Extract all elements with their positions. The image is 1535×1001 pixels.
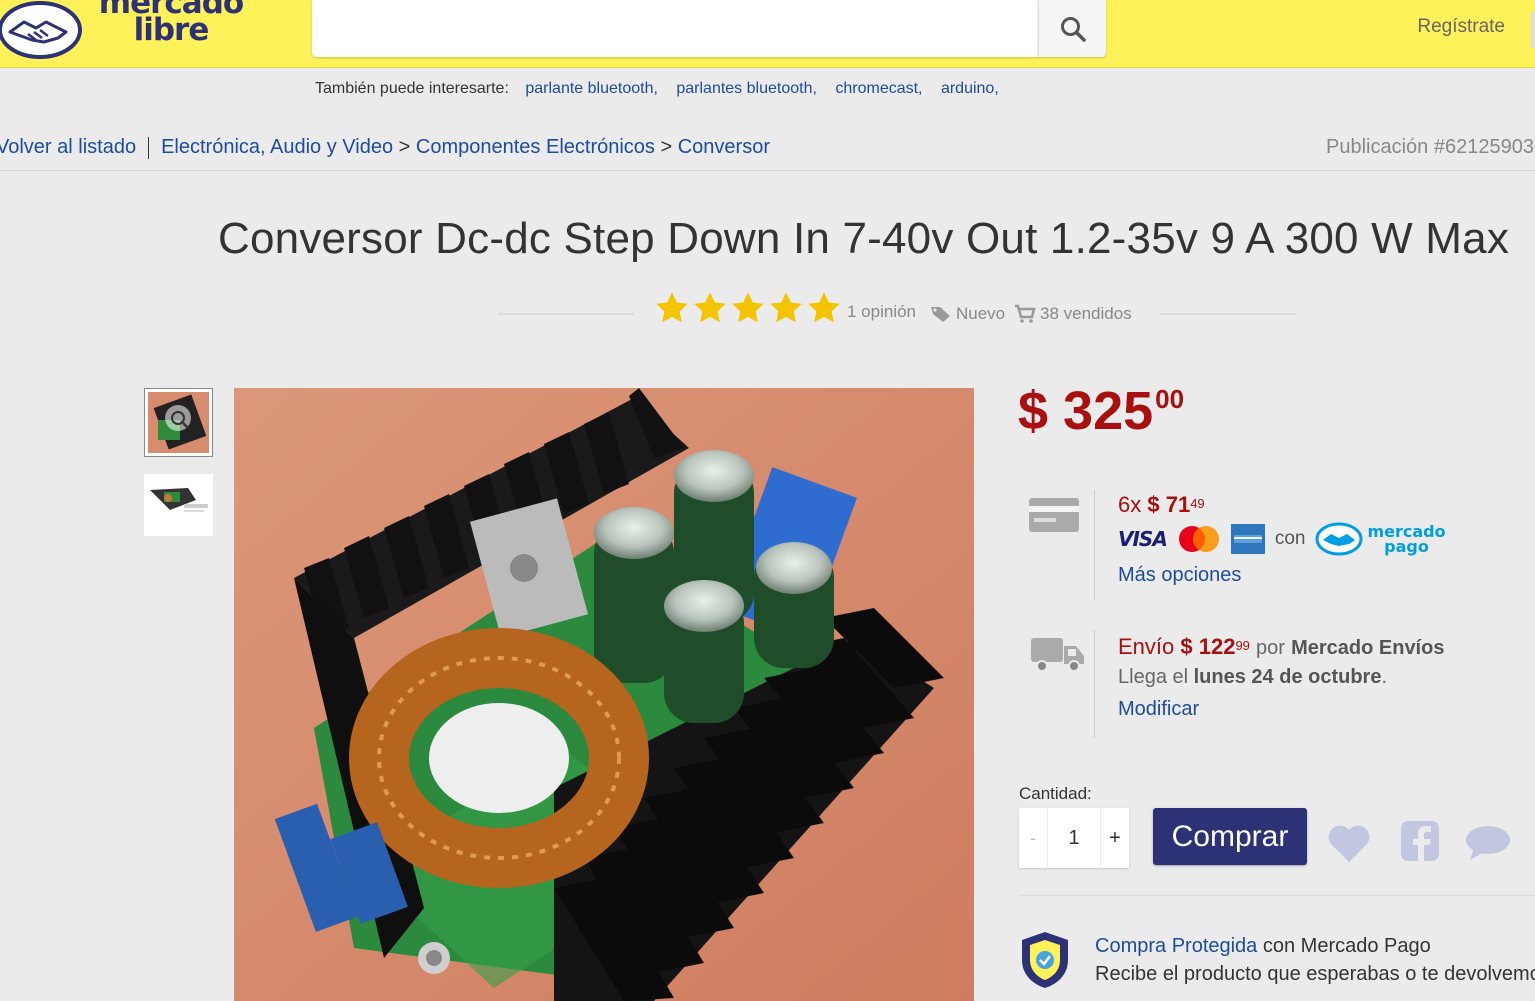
mercadolibre-logo[interactable]: mercado libre bbox=[0, 0, 250, 62]
sold-count: 38 vendidos bbox=[1040, 304, 1132, 323]
condition-label: Nuevo bbox=[956, 304, 1006, 323]
header-divider bbox=[1531, 12, 1535, 48]
quantity-increase-button[interactable]: + bbox=[1101, 808, 1129, 868]
main-product-image[interactable] bbox=[234, 388, 974, 1001]
breadcrumb: Volver al listado Electrónica, Audio y Vi… bbox=[0, 136, 770, 159]
product-meta: 1 opinión Nuevo 38 vendidos bbox=[498, 290, 1298, 334]
related-link-arduino[interactable]: arduino, bbox=[941, 80, 999, 97]
related-link-chromecast[interactable]: chromecast, bbox=[835, 80, 922, 97]
breadcrumb-separator: > bbox=[660, 136, 673, 158]
mastercard-icon bbox=[1178, 526, 1219, 552]
rating-stars[interactable] bbox=[654, 290, 842, 326]
thumbnail-1-selected[interactable] bbox=[144, 388, 213, 457]
breadcrumb-separator: > bbox=[398, 136, 411, 158]
shield-check-icon bbox=[1022, 932, 1068, 988]
search-input[interactable] bbox=[312, 0, 1038, 57]
truck-icon bbox=[1031, 638, 1084, 672]
star-icon bbox=[732, 292, 764, 323]
related-link-parlantes-bluetooth[interactable]: parlantes bluetooth, bbox=[676, 80, 817, 97]
breadcrumb-item-conversor[interactable]: Conversor bbox=[678, 136, 770, 158]
protected-purchase-link[interactable]: Compra Protegida bbox=[1095, 935, 1257, 957]
publication-number: Publicación #621259030 bbox=[1326, 136, 1535, 158]
related-link-parlante-bluetooth[interactable]: parlante bluetooth, bbox=[525, 80, 658, 97]
header: mercado libre Regístrate bbox=[0, 0, 1535, 68]
related-searches: También puede interesarte: parlante blue… bbox=[315, 80, 1013, 98]
con-label: con bbox=[1274, 528, 1306, 549]
register-link[interactable]: Regístrate bbox=[1417, 16, 1505, 38]
breadcrumb-item-componentes[interactable]: Componentes Electrónicos bbox=[416, 136, 655, 158]
modify-shipping-link[interactable]: Modificar bbox=[1118, 698, 1199, 721]
breadcrumb-divider bbox=[148, 136, 150, 159]
favorite-heart-icon[interactable] bbox=[1326, 822, 1372, 864]
quantity-input[interactable]: 1 bbox=[1047, 808, 1101, 868]
product-price: $ 32500 bbox=[1018, 380, 1184, 442]
installments-text: 6x $ 7149 bbox=[1118, 492, 1205, 517]
opinions-link[interactable]: 1 opinión bbox=[847, 302, 916, 322]
breadcrumb-item-electronica[interactable]: Electrónica, Audio y Video bbox=[161, 136, 393, 158]
back-to-list-link[interactable]: Volver al listado bbox=[0, 136, 136, 158]
delivery-date: Llega el lunes 24 de octubre. bbox=[1118, 666, 1388, 688]
product-photo bbox=[234, 388, 974, 1001]
product-thumbnail bbox=[144, 474, 213, 536]
price-main: $ 325 bbox=[1018, 381, 1154, 441]
amex-icon bbox=[1230, 524, 1265, 554]
protected-purchase-description: Recibe el producto que esperabas o te de… bbox=[1095, 963, 1535, 985]
tag-icon bbox=[931, 307, 950, 322]
visa-logo: VISA bbox=[1118, 527, 1168, 551]
vertical-divider bbox=[1094, 630, 1095, 738]
buy-button[interactable]: Comprar bbox=[1153, 808, 1307, 865]
mercadopago-logo: mercado pago bbox=[1315, 522, 1446, 556]
logo-text: mercado libre bbox=[98, 0, 244, 48]
protected-purchase: Compra Protegida con Mercado Pago bbox=[1095, 935, 1431, 957]
credit-card-icon bbox=[1029, 498, 1079, 532]
thumbnail-2[interactable] bbox=[144, 474, 213, 536]
quantity-stepper: - 1 + bbox=[1019, 808, 1129, 868]
vertical-divider bbox=[1094, 490, 1095, 600]
divider bbox=[1019, 895, 1535, 896]
cart-icon bbox=[1015, 304, 1036, 323]
shipping-cost: Envío $ 12299 por Mercado Envíos bbox=[1118, 634, 1445, 659]
star-icon bbox=[656, 292, 688, 323]
question-chat-icon[interactable] bbox=[1464, 822, 1512, 864]
related-searches-label: También puede interesarte: bbox=[315, 80, 509, 97]
search-icon bbox=[1060, 16, 1086, 42]
product-thumbnail bbox=[148, 392, 209, 453]
star-icon bbox=[808, 292, 840, 323]
product-title: Conversor Dc-dc Step Down In 7-40v Out 1… bbox=[218, 214, 1510, 263]
payment-methods: VISA con mercado pago bbox=[1118, 522, 1446, 556]
quantity-decrease-button[interactable]: - bbox=[1019, 808, 1047, 868]
divider bbox=[0, 170, 1535, 171]
handshake-logo-icon bbox=[0, 1, 82, 59]
mercadopago-icon bbox=[1315, 522, 1363, 556]
star-icon bbox=[694, 292, 726, 323]
facebook-share-icon[interactable] bbox=[1400, 820, 1440, 862]
star-icon bbox=[770, 292, 802, 323]
divider bbox=[498, 313, 634, 315]
search-button[interactable] bbox=[1038, 0, 1106, 57]
quantity-label: Cantidad: bbox=[1019, 784, 1092, 803]
price-cents: 00 bbox=[1155, 384, 1185, 414]
more-options-link[interactable]: Más opciones bbox=[1118, 564, 1241, 587]
divider bbox=[1160, 313, 1296, 315]
